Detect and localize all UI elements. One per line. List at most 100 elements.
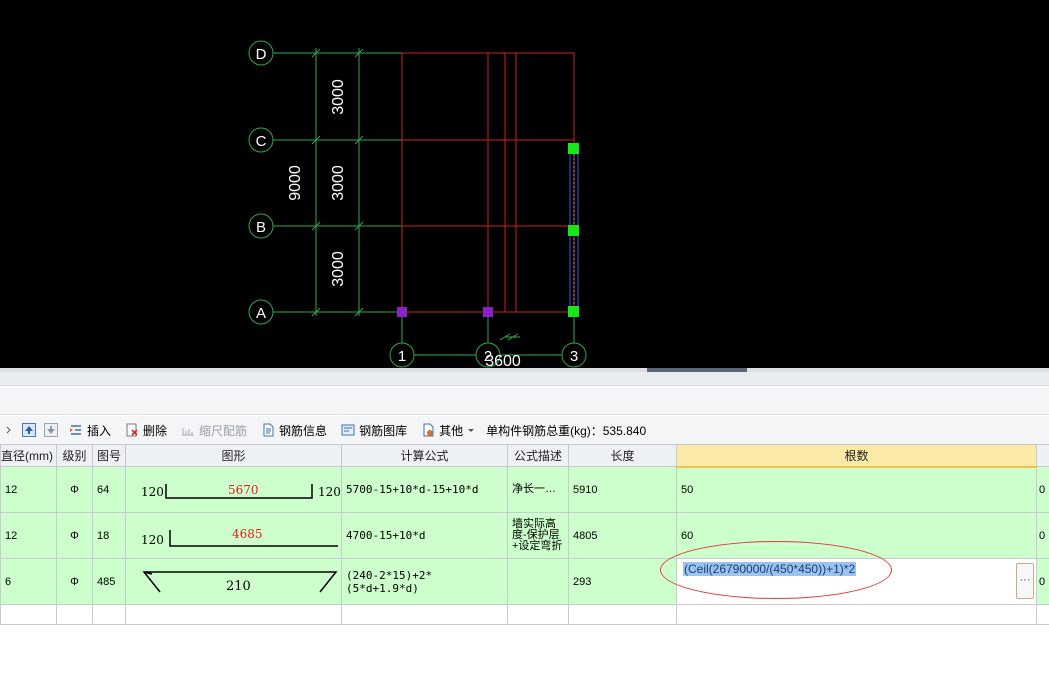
delete-icon [126,423,138,437]
cell-length[interactable]: 4805 [568,512,677,559]
cell-count[interactable]: 60 [676,512,1037,559]
cell-shape[interactable]: 210 [125,558,342,605]
total-weight-text: 单构件钢筋总重(kg)：535.840 [486,423,647,438]
dropdown-caret-icon [468,429,475,432]
dim-segment-2: 3000 [330,165,347,201]
scroll-left-button[interactable] [0,419,18,441]
shape-main-dim: 210 [226,579,251,594]
cad-canvas[interactable]: D C B A 1 2 3 3000 3000 3000 9000 3600 [0,0,1049,368]
dim-total: 9000 [287,165,304,201]
floor-plan-drawing: D C B A 1 2 3 3000 3000 3000 9000 3600 [248,40,587,368]
col-header-grade[interactable]: 级别 [56,444,93,467]
col-header-diameter[interactable]: 直径(mm) [0,444,57,467]
beam-lines [401,52,575,313]
delete-label: 删除 [143,423,168,438]
insert-label: 插入 [87,423,112,438]
cell-extra[interactable]: 0 [1036,558,1049,605]
table-row[interactable]: 6 Φ 485 210 (240-2*15)+2*(5*d+1.9*d) 293… [0,558,1049,605]
shape-left-dim: 120 [141,485,164,499]
rebar-library-button[interactable]: 钢筋图库 [334,419,414,441]
rebar-shape-straight-hooks: 120 5670 120 [141,483,341,499]
library-icon [341,424,355,436]
rebar-info-label: 钢筋信息 [279,423,328,438]
cell-fig[interactable]: 64 [92,466,126,513]
scale-rebar-button[interactable]: 缩尺配筋 [174,419,254,441]
grip-node [568,225,579,236]
cell-shape[interactable]: 120 4685 [125,512,342,559]
col-header-fig[interactable]: 图号 [92,444,126,467]
shape-left-dim: 120 [141,533,164,547]
document-icon [263,423,274,437]
cell-grade[interactable]: Φ [56,512,93,559]
grip-node [568,306,579,317]
shape-main-dim: 4685 [232,527,263,541]
rebar-table: 直径(mm) 级别 图号 图形 计算公式 公式描述 长度 根数 12 Φ 64 … [0,444,1049,625]
other-menu-button[interactable]: 其他 [414,419,482,441]
panel-header-strip [0,372,1049,386]
gear-document-icon [423,423,434,437]
chevron-right-icon [6,426,11,434]
cell-desc[interactable] [507,558,569,605]
axis-label-3: 3 [570,348,578,365]
axis-label-1: 1 [398,348,406,365]
scale-rebar-label: 缩尺配筋 [199,423,248,438]
axis-label-d: D [256,46,267,63]
cell-diameter[interactable]: 12 [0,466,57,513]
cell-extra[interactable]: 0 [1036,466,1049,513]
cell-diameter[interactable]: 12 [0,512,57,559]
cell-desc[interactable]: 净长一… [507,466,569,513]
col-header-extra[interactable] [1036,444,1049,467]
cell-formula[interactable]: 4700-15+10*d [341,512,508,559]
axis-bubbles: D C B A 1 2 3 [248,40,587,368]
column-node [397,307,407,317]
dim-segment-1: 3000 [330,79,347,115]
cell-grade[interactable]: Φ [56,466,93,513]
ruler-icon [182,428,195,436]
cell-fig[interactable]: 485 [92,558,126,605]
col-header-desc[interactable]: 公式描述 [507,444,569,467]
formula-edit-button[interactable]: ··· [1016,563,1034,599]
arrow-down-icon [44,423,58,437]
cell-count-editing[interactable]: (Ceil(26790000/(450*450))+1)*2 ··· [676,558,1037,605]
col-header-count[interactable]: 根数 [676,444,1037,468]
dim-bottom: 3600 [485,353,521,368]
table-row-empty[interactable] [0,604,1049,625]
cell-formula[interactable]: 5700-15+10*d-15+10*d [341,466,508,513]
rebar-shape-single-hook: 120 4685 [141,527,338,547]
cell-formula[interactable]: (240-2*15)+2*(5*d+1.9*d) [341,558,508,605]
count-edit-input[interactable]: (Ceil(26790000/(450*450))+1)*2 [683,562,857,576]
cell-diameter[interactable]: 6 [0,558,57,605]
cell-extra[interactable]: 0 [1036,512,1049,559]
cell-length[interactable]: 5910 [568,466,677,513]
axis-label-c: C [256,133,267,150]
shape-right-dim: 120 [318,485,341,499]
insert-button[interactable]: 插入 [62,419,118,441]
cell-fig[interactable]: 18 [92,512,126,559]
cell-count[interactable]: 50 [676,466,1037,513]
cell-grade[interactable]: Φ [56,558,93,605]
move-down-button[interactable] [40,419,62,441]
arrow-up-icon [22,423,36,437]
axis-lines [273,48,575,356]
rebar-library-label: 钢筋图库 [359,423,408,438]
table-row[interactable]: 12 Φ 18 120 4685 4700-15+10*d 墙实际高度-保护层+… [0,512,1049,559]
dimension-texts: 3000 3000 3000 9000 3600 [287,79,521,368]
dim-segment-3: 3000 [330,251,347,287]
cell-length[interactable]: 293 [568,558,677,605]
rebar-toolbar: 插入 删除 缩尺配筋 钢筋信息 钢筋图库 其他 单构件钢筋总重(kg)：535.… [0,416,1049,444]
col-header-formula[interactable]: 计算公式 [341,444,508,467]
col-header-length[interactable]: 长度 [568,444,677,467]
column-node [483,307,493,317]
table-row[interactable]: 12 Φ 64 120 5670 120 5700-15+10*d-15+10*… [0,466,1049,513]
cell-shape[interactable]: 120 5670 120 [125,466,342,513]
delete-button[interactable]: 删除 [118,419,174,441]
rebar-shape-stirrup: 210 [142,570,338,594]
col-header-shape[interactable]: 图形 [125,444,342,467]
panel-blank-strip [0,387,1049,415]
other-label: 其他 [439,423,464,438]
grip-node [568,143,579,154]
rebar-info-button[interactable]: 钢筋信息 [254,419,334,441]
cell-desc[interactable]: 墙实际高度-保护层+设定弯折 [507,512,569,559]
move-up-button[interactable] [18,419,40,441]
axis-label-b: B [256,219,266,236]
